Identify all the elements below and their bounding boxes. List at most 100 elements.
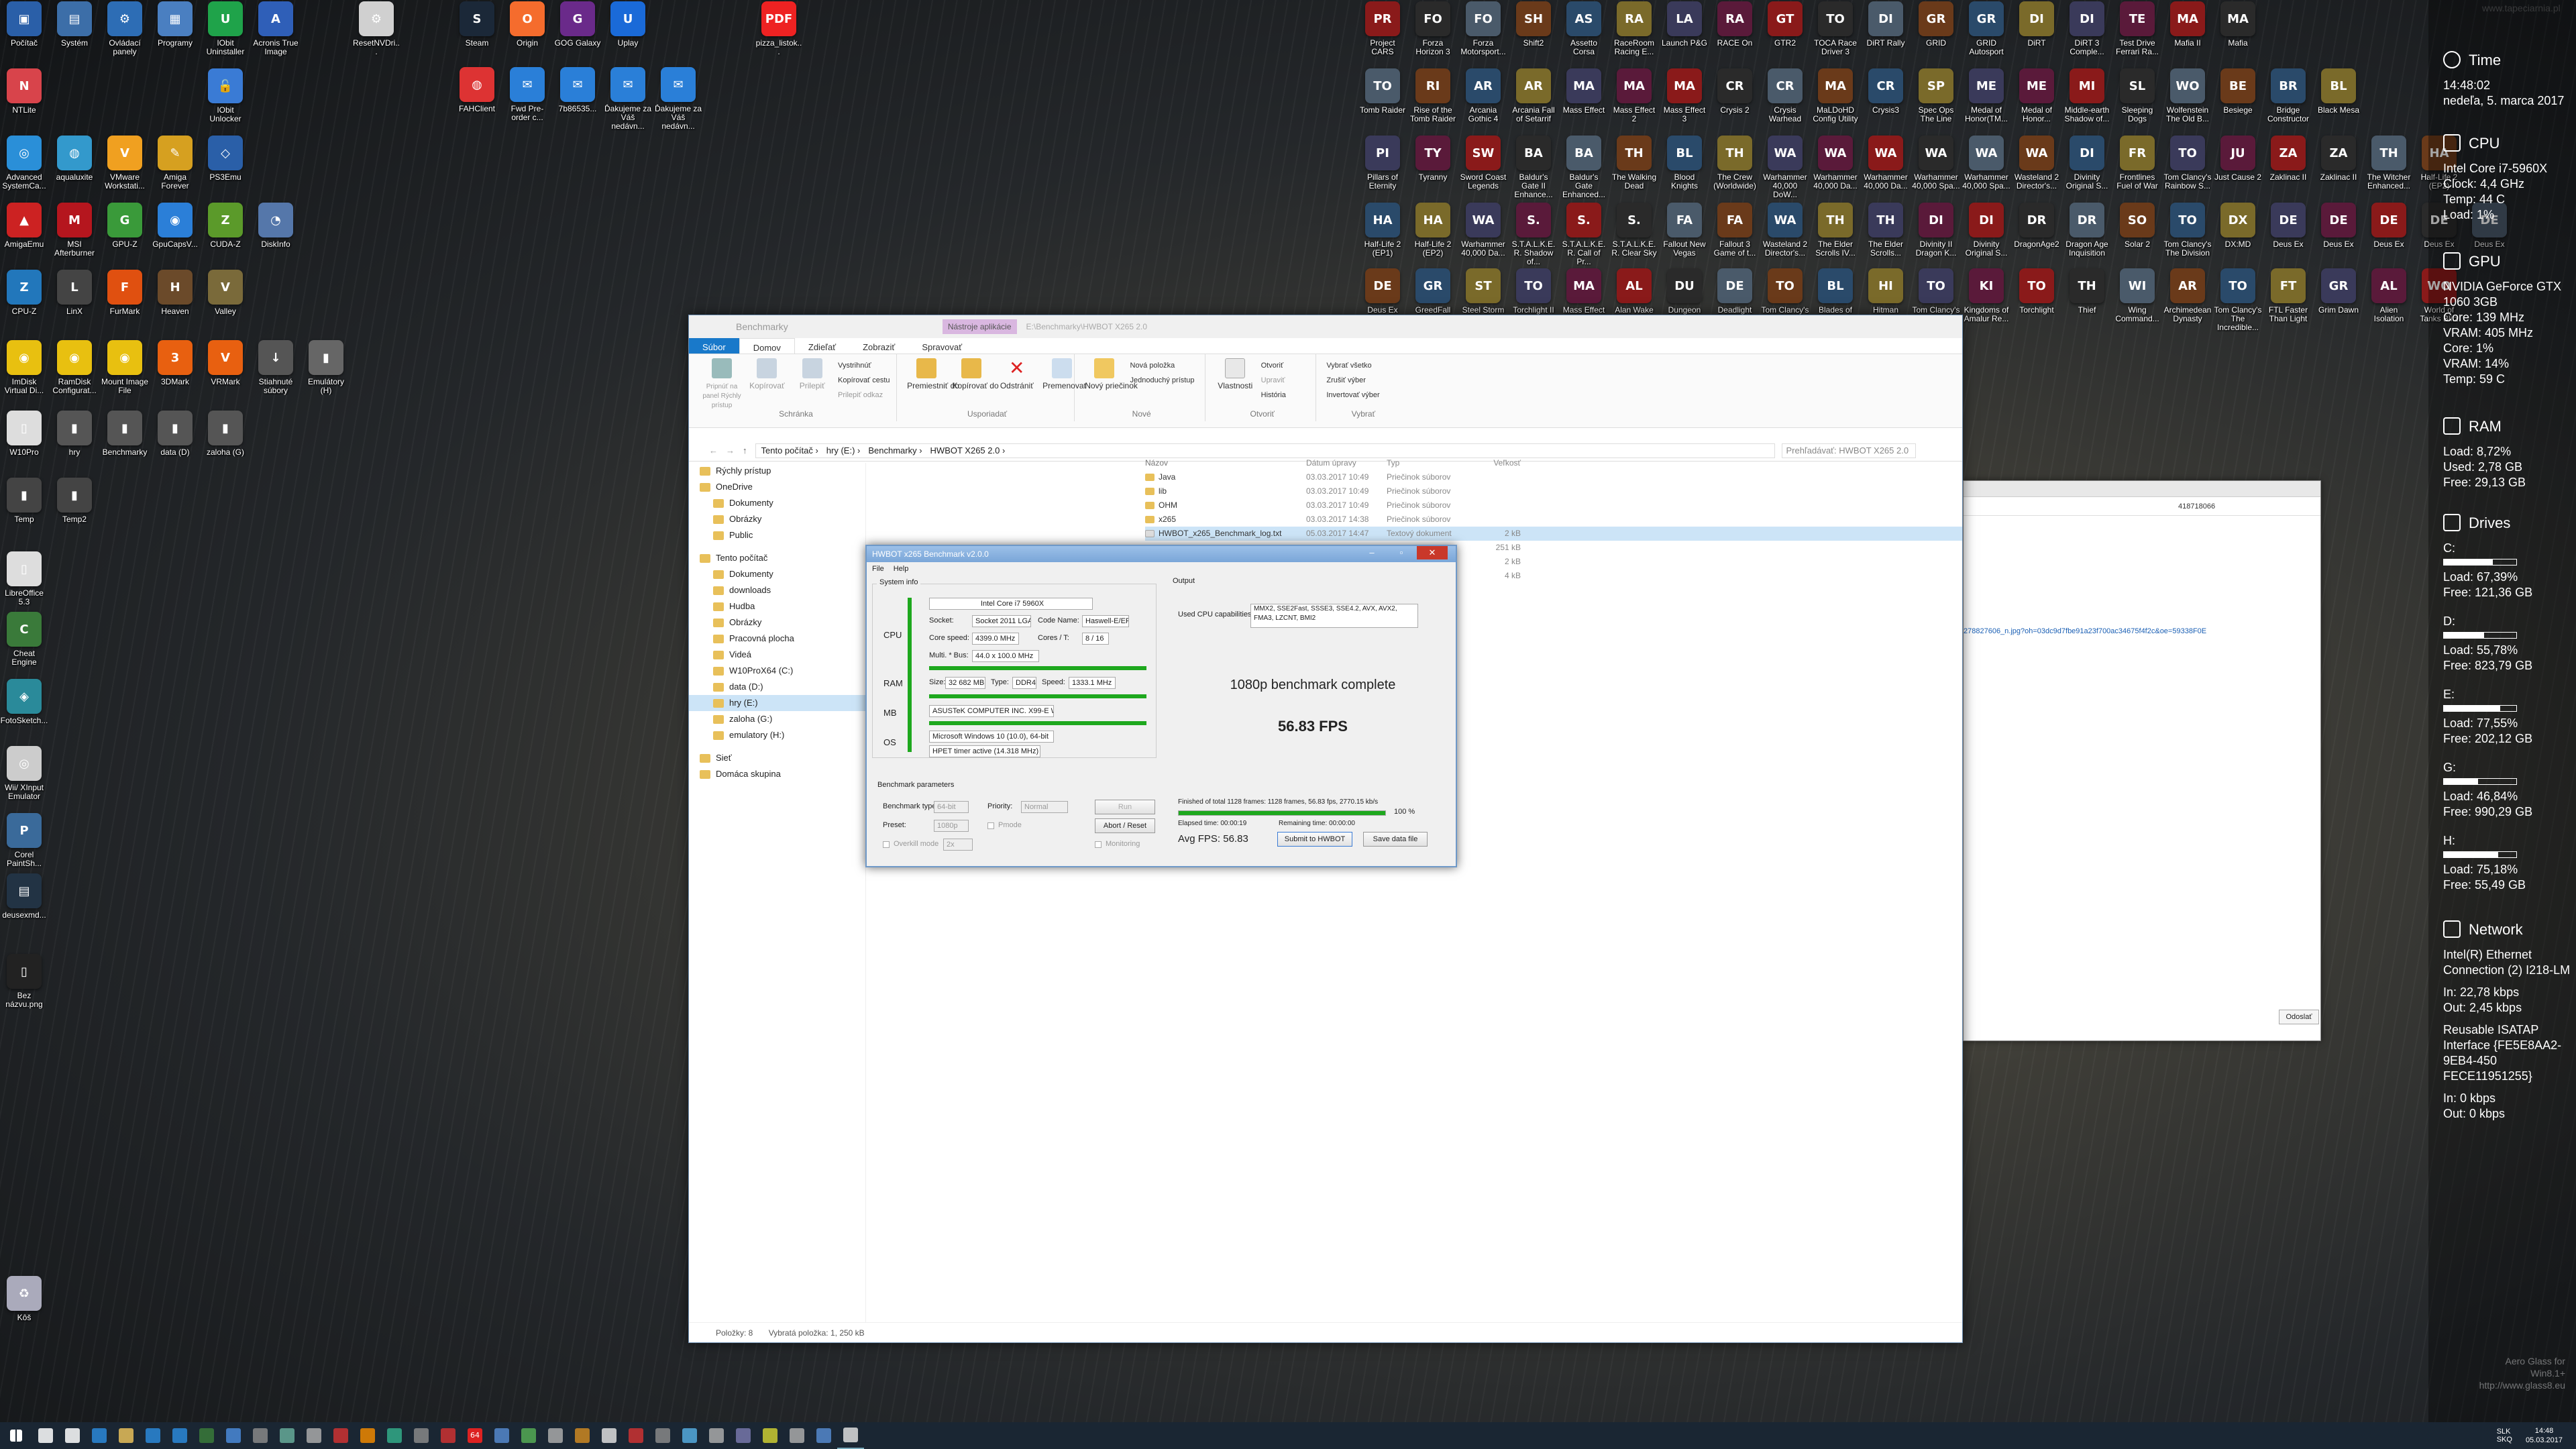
desktop-icon[interactable]: 🔓 IObit Unlocker <box>201 68 250 130</box>
desktop-game-icon[interactable]: DI Divinity Original S... <box>2063 136 2111 197</box>
copy-path-button[interactable]: Kopírovať cestu <box>838 373 890 388</box>
nav-item[interactable]: Public <box>689 527 865 543</box>
rename-button[interactable]: Premenovať <box>1042 358 1087 390</box>
desktop-icon[interactable]: ▮ data (D) <box>151 411 199 472</box>
desktop-icon[interactable]: P Corel PaintSh... <box>0 813 48 875</box>
desktop-game-icon[interactable]: WO Wolfenstein The Old B... <box>2163 68 2212 130</box>
desktop-game-icon[interactable]: WA Warhammer 40,000 Spa... <box>1962 136 2010 197</box>
nav-item[interactable]: OneDrive <box>689 479 865 495</box>
move-to-button[interactable]: Premiestniť do <box>907 358 959 390</box>
desktop-icon[interactable]: ▮ Emulátory (H) <box>302 340 350 402</box>
desktop-game-icon[interactable]: MA Mass Effect <box>1560 68 1608 130</box>
desktop-game-icon[interactable]: TO Tom Clancy's The Incredible... <box>2214 268 2262 332</box>
desktop-game-icon[interactable]: WA Warhammer 40,000 Da... <box>1459 203 1507 264</box>
desktop-icon[interactable]: ⚙ ResetNVDri... <box>352 1 400 63</box>
desktop-game-icon[interactable]: DR DragonAge2 <box>2012 203 2061 264</box>
desktop-game-icon[interactable]: TH The Witcher Enhanced... <box>2365 136 2413 197</box>
desktop-game-icon[interactable]: MI Middle-earth Shadow of... <box>2063 68 2111 130</box>
desktop-game-icon[interactable]: TH The Elder Scrolls IV... <box>1811 203 1860 264</box>
browser-download-button[interactable]: Odoslať <box>2279 1010 2319 1024</box>
file-row[interactable]: lib 03.03.2017 10:49 Priečinok súborov <box>1145 484 1962 498</box>
pmode-checkbox[interactable] <box>987 822 994 829</box>
cut-button[interactable]: Vystrihnúť <box>838 358 890 373</box>
tab-share[interactable]: Zdieľať <box>795 338 849 354</box>
desktop-icon[interactable]: Z CUDA-Z <box>201 203 250 264</box>
taskbar-app-icon[interactable] <box>810 1422 837 1449</box>
nav-item[interactable]: Obrázky <box>689 511 865 527</box>
desktop-icon[interactable]: S Steam <box>453 1 501 63</box>
up-arrow-icon[interactable]: ↑ <box>743 445 747 455</box>
copy-button[interactable]: Kopírovať <box>747 358 786 390</box>
breadcrumb-item[interactable]: hry (E:) › <box>826 445 861 455</box>
desktop-icon[interactable]: ◎ Advanced SystemCa... <box>0 136 48 197</box>
hwbot-titlebar[interactable]: HWBOT x265 Benchmark v2.0.0 – ▫ ✕ <box>867 546 1456 562</box>
desktop-game-icon[interactable]: WI Wing Command... <box>2113 268 2161 330</box>
desktop-icon[interactable]: ♻ Kôš <box>0 1276 48 1338</box>
file-row[interactable]: Java 03.03.2017 10:49 Priečinok súborov <box>1145 470 1962 484</box>
desktop-icon[interactable]: ▮ zaloha (G) <box>201 411 250 472</box>
desktop-game-icon[interactable]: SW Sword Coast Legends <box>1459 136 1507 197</box>
nav-item[interactable]: Videá <box>689 647 865 663</box>
explorer-titlebar[interactable]: Benchmarky Nástroje aplikácie E:\Benchma… <box>689 315 1962 338</box>
taskbar-app-icon[interactable] <box>301 1422 327 1449</box>
desktop-game-icon[interactable]: SO Solar 2 <box>2113 203 2161 264</box>
desktop-icon[interactable]: PDF pizza_listok... <box>755 1 803 63</box>
preset-select[interactable]: 1080p <box>934 820 969 832</box>
properties-button[interactable]: Vlastnosti <box>1216 358 1254 390</box>
menu-help[interactable]: Help <box>894 565 909 573</box>
desktop-game-icon[interactable]: GT GTR2 <box>1761 1 1809 63</box>
desktop-game-icon[interactable]: DI Divinity Original S... <box>1962 203 2010 264</box>
desktop-icon[interactable]: M MSI Afterburner <box>50 203 99 264</box>
file-row[interactable]: HWBOT_x265_Benchmark_log.txt 05.03.2017 1… <box>1145 527 1962 541</box>
file-row[interactable]: x265 03.03.2017 14:38 Priečinok súborov <box>1145 513 1962 527</box>
taskbar-app-icon[interactable] <box>408 1422 435 1449</box>
tab-home[interactable]: Domov <box>739 338 795 354</box>
delete-button[interactable]: ✕ Odstrániť <box>998 358 1036 391</box>
menu-file[interactable]: File <box>872 565 884 573</box>
desktop-icon[interactable]: 3 3DMark <box>151 340 199 402</box>
desktop-game-icon[interactable]: DI DiRT <box>2012 1 2061 63</box>
taskbar-app-icon[interactable] <box>327 1422 354 1449</box>
select-none-button[interactable]: Zrušiť výber <box>1326 373 1400 388</box>
column-header[interactable]: Dátum úpravy <box>1306 456 1387 470</box>
desktop-game-icon[interactable]: PR Project CARS <box>1358 1 1407 63</box>
select-all-button[interactable]: Vybrať všetko <box>1326 358 1400 373</box>
desktop-icon[interactable]: ▯ W10Pro <box>0 411 48 472</box>
open-button[interactable]: Otvoriť <box>1261 358 1286 373</box>
desktop-game-icon[interactable]: BE Besiege <box>2214 68 2262 130</box>
desktop-icon[interactable]: ◍ aqualuxite <box>50 136 99 197</box>
desktop-icon[interactable]: C Cheat Engine <box>0 612 48 674</box>
column-header[interactable]: Veľkosť <box>1474 456 1521 470</box>
language-indicator[interactable]: SLK SKQ <box>2497 1428 2512 1444</box>
desktop-game-icon[interactable]: HA Half-Life 2 (EP2) <box>1409 203 1457 264</box>
taskbar-app-icon[interactable] <box>193 1422 220 1449</box>
taskbar-task-view-icon[interactable] <box>59 1422 86 1449</box>
desktop-icon[interactable]: ▯ Bez názvu.png <box>0 954 48 1016</box>
desktop-game-icon[interactable]: AR Archimedean Dynasty <box>2163 268 2212 330</box>
desktop-game-icon[interactable]: AR Arcania Gothic 4 <box>1459 68 1507 130</box>
edit-button[interactable]: Upraviť <box>1261 373 1286 388</box>
nav-item[interactable]: Dokumenty <box>689 495 865 511</box>
taskbar-app-icon[interactable] <box>247 1422 274 1449</box>
taskbar-mail-icon[interactable] <box>166 1422 193 1449</box>
column-header[interactable]: Názov <box>1145 456 1306 470</box>
taskbar-app-icon[interactable] <box>730 1422 757 1449</box>
desktop-game-icon[interactable]: S. S.T.A.L.K.E.R. Shadow of... <box>1509 203 1558 266</box>
desktop-game-icon[interactable]: S. S.T.A.L.K.E.R. Clear Sky <box>1610 203 1658 264</box>
run-button[interactable]: Run <box>1095 800 1155 814</box>
desktop-icon[interactable]: ▮ Benchmarky <box>101 411 149 472</box>
desktop-game-icon[interactable]: DE Deus Ex <box>2314 203 2363 264</box>
desktop-game-icon[interactable]: BA Baldur's Gate Enhanced... <box>1560 136 1608 199</box>
submit-to-hwbot-button[interactable]: Submit to HWBOT <box>1277 832 1352 847</box>
taskbar-app-icon[interactable] <box>596 1422 623 1449</box>
desktop-icon[interactable]: ✎ Amiga Forever <box>151 136 199 197</box>
column-header[interactable]: Typ <box>1387 456 1474 470</box>
taskbar-store-icon[interactable] <box>140 1422 166 1449</box>
desktop-icon[interactable]: H Heaven <box>151 270 199 331</box>
tab-manage[interactable]: Spravovať <box>908 338 975 354</box>
nav-item[interactable]: data (D:) <box>689 679 865 695</box>
desktop-icon[interactable]: G GOG Galaxy <box>553 1 602 63</box>
desktop-icon[interactable]: ▤ deusexmd... <box>0 873 48 935</box>
desktop-game-icon[interactable]: AR Arcania Fall of Setarrif <box>1509 68 1558 130</box>
desktop-icon[interactable]: F FurMark <box>101 270 149 331</box>
